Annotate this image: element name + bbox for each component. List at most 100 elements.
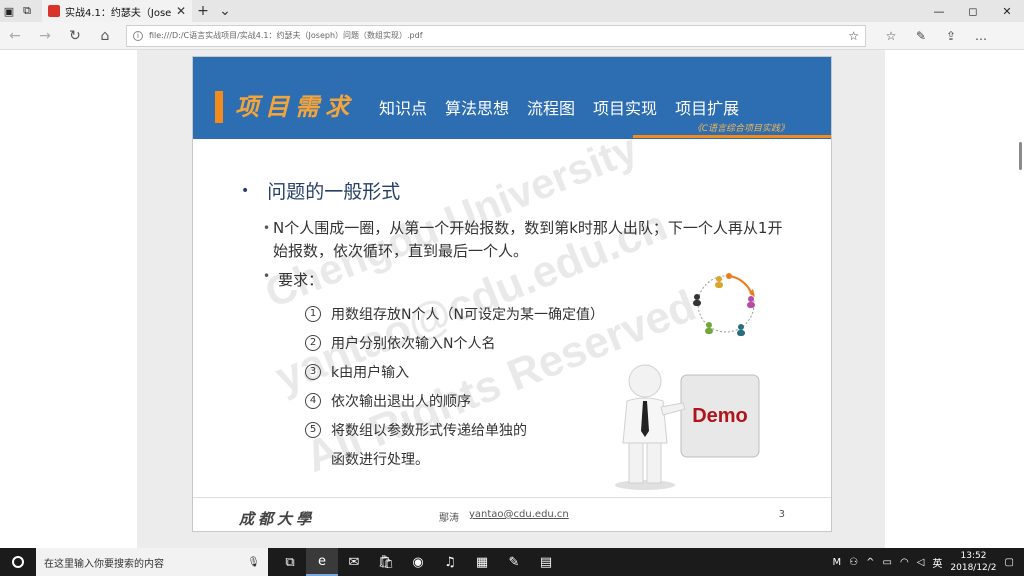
maximize-button[interactable]: ◻ (956, 5, 990, 18)
slide-nav-item: 算法思想 (445, 99, 510, 118)
volume-icon[interactable]: ◁ (917, 557, 925, 568)
bullet-dot-icon: • (241, 182, 250, 199)
bullet-dot-icon: • (263, 221, 271, 235)
pdf-icon (48, 5, 60, 17)
requirement-text: 用数组存放N个人（N可设定为某一确定值） (331, 306, 604, 323)
system-tray: M ⚇ ^ ▭ ◠ ◁ 英 13:52 2018/12/2 ▢ (833, 550, 1024, 574)
info-icon[interactable]: i (133, 30, 143, 41)
circled-number: 5 (305, 421, 321, 438)
problem-description: • N个人围成一圈，从第一个开始报数，数到第k时那人出队；下一个人再从1开始报数… (263, 217, 793, 263)
toolbar-right: ☆ ✎ ⇪ … (876, 29, 996, 43)
pdf-viewer[interactable]: 项目需求 知识点 算法思想 流程图 项目实现 项目扩展 《C语言综合项目实践》 … (0, 50, 1024, 548)
browser-tab[interactable]: 实战4.1：约瑟夫（Josep ✕ (42, 0, 192, 22)
navigation-bar: ← → ↻ ⌂ i file:///D:/C语言实战项目/实战4.1：约瑟夫（J… (0, 22, 1024, 50)
main-bullet: • 问题的一般形式 (241, 177, 400, 204)
edge-icon[interactable]: e (306, 548, 338, 576)
pen-icon[interactable]: ✎ (906, 29, 936, 43)
tab-back-icon[interactable]: ⧉ (18, 0, 36, 22)
scrollbar-thumb[interactable] (1019, 142, 1022, 170)
ime-mode-icon[interactable]: M (833, 557, 842, 568)
tray-chevron-icon[interactable]: ^ (866, 557, 874, 568)
wifi-icon[interactable]: ◠ (900, 557, 909, 568)
circled-number: 3 (305, 363, 321, 380)
slide-nav-item: 项目实现 (593, 99, 658, 118)
tv-app-icon[interactable]: ▦ (466, 548, 498, 576)
author-email[interactable]: yantao@cdu.edu.cn (469, 509, 569, 524)
search-placeholder[interactable]: 在这里输入你要搜索的内容 (44, 555, 247, 570)
start-button[interactable] (0, 548, 36, 576)
list-item: 3 k由用户输入 (305, 357, 604, 386)
requirement-text: 将数组以参数形式传递给单独的 (331, 422, 527, 439)
slide-nav-item: 项目扩展 (675, 99, 740, 118)
university-logo: 成都大學 (239, 510, 316, 528)
slide-nav: 知识点 算法思想 流程图 项目实现 项目扩展 (379, 95, 739, 119)
header-accent-bar (215, 91, 223, 123)
new-tab-button[interactable]: + (192, 3, 214, 19)
requirement-text: 用户分别依次输入N个人名 (331, 335, 496, 352)
close-tab-icon[interactable]: ✕ (176, 4, 186, 18)
url-text[interactable]: file:///D:/C语言实战项目/实战4.1：约瑟夫（Joseph）问题（数… (149, 30, 848, 41)
mail-icon[interactable]: ✉ (338, 548, 370, 576)
close-window-button[interactable]: ✕ (990, 5, 1024, 18)
notifications-icon[interactable]: ▢ (1005, 557, 1014, 568)
address-bar[interactable]: i file:///D:/C语言实战项目/实战4.1：约瑟夫（Joseph）问题… (126, 24, 866, 47)
battery-icon[interactable]: ▭ (883, 557, 892, 568)
favorites-icon[interactable]: ☆ (876, 29, 906, 43)
favorite-star-icon[interactable]: ☆ (848, 29, 859, 43)
slide-nav-item: 流程图 (527, 99, 576, 118)
clock[interactable]: 13:52 2018/12/2 (950, 550, 996, 574)
requirements-list: 1 用数组存放N个人（N可设定为某一确定值） 2 用户分别依次输入N个人名 3 k由用… (305, 299, 604, 444)
people-circle-illustration (693, 273, 755, 336)
taskbar: 在这里输入你要搜索的内容 🎙 ⧉ e ✉ 🛍 ◉ ♫ ▦ ✎ ▤ M ⚇ ^ ▭… (0, 548, 1024, 576)
requirement-text: 依次输出退出人的顺序 (331, 393, 471, 410)
header-underline (633, 135, 831, 138)
demo-label: Demo (692, 405, 748, 427)
circled-number: 2 (305, 334, 321, 351)
notepad-icon[interactable]: ✎ (498, 548, 530, 576)
ime-language[interactable]: 英 (932, 555, 942, 570)
share-icon[interactable]: ⇪ (936, 29, 966, 43)
author-info: 鄢涛 yantao@cdu.edu.cn (439, 509, 569, 524)
circled-number: 4 (305, 392, 321, 409)
tab-list-chevron-icon[interactable]: ⌄ (214, 3, 236, 19)
circled-number: 1 (305, 305, 321, 322)
cortana-icon (12, 556, 24, 568)
netease-music-icon[interactable]: ♫ (434, 548, 466, 576)
taskbar-apps: ⧉ e ✉ 🛍 ◉ ♫ ▦ ✎ ▤ (274, 548, 562, 576)
microphone-icon[interactable]: 🎙 (247, 557, 260, 568)
minimize-button[interactable]: — (922, 5, 956, 18)
slide-page: 项目需求 知识点 算法思想 流程图 项目实现 项目扩展 《C语言综合项目实践》 … (192, 56, 832, 532)
list-item: 4 依次输出退出人的顺序 (305, 386, 604, 415)
chrome-icon[interactable]: ◉ (402, 548, 434, 576)
requirement-text: k由用户输入 (331, 364, 410, 381)
store-icon[interactable]: 🛍 (370, 548, 402, 576)
slide-title: 项目需求 (235, 92, 355, 121)
list-item: 2 用户分别依次输入N个人名 (305, 328, 604, 357)
back-icon[interactable]: ← (0, 28, 30, 44)
requirements-title: 要求： (278, 271, 324, 289)
description-text: N个人围成一圈，从第一个开始报数，数到第k时那人出队；下一个人再从1开始报数，依… (273, 219, 783, 260)
page-number: 3 (778, 509, 785, 520)
window-controls: — ◻ ✕ (922, 5, 1024, 18)
task-view-icon[interactable]: ⧉ (274, 548, 306, 576)
home-icon[interactable]: ⌂ (90, 28, 120, 44)
author-name: 鄢涛 (439, 513, 459, 524)
clock-time: 13:52 (960, 551, 987, 561)
demo-presenter-illustration: Demo (615, 364, 760, 490)
list-item: 1 用数组存放N个人（N可设定为某一确定值） (305, 299, 604, 328)
list-item: 5 将数组以参数形式传递给单独的 (305, 415, 604, 444)
file-explorer-icon[interactable]: ▤ (530, 548, 562, 576)
course-subtitle: 《C语言综合项目实践》 (692, 124, 789, 134)
slide-footer: 成都大學 鄢涛 yantao@cdu.edu.cn 3 (193, 497, 831, 531)
person-icon (693, 294, 701, 306)
more-icon[interactable]: … (966, 29, 996, 43)
main-bullet-text: 问题的一般形式 (267, 181, 401, 203)
refresh-icon[interactable]: ↻ (60, 28, 90, 44)
tab-preview-icon[interactable]: ▣ (0, 0, 18, 22)
requirement-continuation: 函数进行处理。 (331, 452, 429, 468)
slide-nav-item: 知识点 (379, 99, 428, 118)
tab-title: 实战4.1：约瑟夫（Josep (65, 7, 172, 19)
people-icon[interactable]: ⚇ (849, 557, 858, 568)
taskbar-search[interactable]: 在这里输入你要搜索的内容 🎙 (36, 548, 268, 576)
forward-icon[interactable]: → (30, 28, 60, 44)
